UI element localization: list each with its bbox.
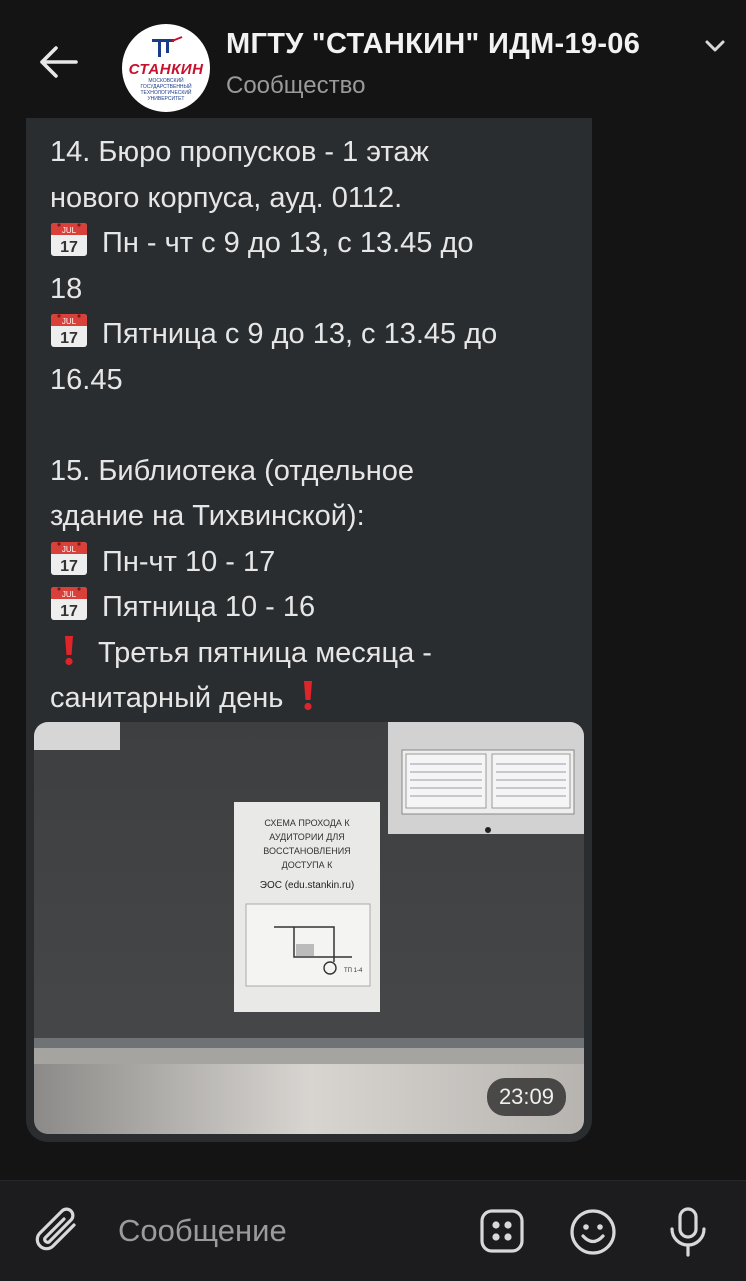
emoji-icon[interactable]: [568, 1207, 618, 1257]
message-line: 15. Библиотека (отдельное: [50, 449, 580, 495]
arrow-left-icon: [40, 46, 78, 78]
message-line: [50, 403, 580, 449]
message-line-text: здание на Тихвинской):: [50, 500, 365, 532]
message-input[interactable]: Сообщение: [118, 1213, 287, 1249]
chat-title[interactable]: МГТУ "СТАНКИН" ИДМ-19-06: [226, 28, 640, 61]
message-text: 14. Бюро пропусков - 1 этаж нового корпус…: [50, 130, 580, 722]
paperclip-icon[interactable]: [34, 1205, 84, 1257]
back-button[interactable]: [34, 40, 82, 84]
sticker-icon[interactable]: [478, 1207, 526, 1255]
noticeboard-photo: СХЕМА ПРОХОДА К АУДИТОРИИ ДЛЯ ВОССТАНОВЛ…: [34, 722, 584, 1134]
message-line-text: 16.45: [50, 363, 123, 396]
message-line-text: Пятница с 9 до 13, с 13.45 до: [102, 318, 498, 350]
poster-link: ЭОС (edu.stankin.ru): [260, 880, 354, 891]
message-line: JUL 17 Пятница с 9 до 13, с 13.45 до: [50, 312, 580, 358]
message-line: JUL 17 Пятница 10 - 16: [50, 585, 580, 631]
community-avatar[interactable]: СТАНКИН МОСКОВСКИЙ ГОСУДАРСТВЕННЫЙ ТЕХНО…: [122, 24, 210, 112]
message-composer: Сообщение: [0, 1180, 746, 1281]
exclamation-icon: [65, 635, 73, 665]
svg-text:JUL: JUL: [62, 545, 77, 554]
calendar-icon: JUL 17: [51, 541, 87, 575]
exclamation-icon: [304, 681, 313, 711]
message-line-text: Пятница 10 - 16: [102, 591, 316, 623]
poster-map-label: ТП 1-4: [344, 968, 363, 974]
message-line-text: нового корпуса, ауд. 0112.: [50, 181, 403, 214]
message-line-text: 14. Бюро пропусков - 1 этаж: [50, 136, 429, 168]
poster-title-2: АУДИТОРИИ ДЛЯ: [269, 832, 345, 842]
message-line: 16.45: [50, 358, 580, 404]
chat-subtitle: Сообщество: [226, 72, 366, 99]
message-line: нового корпуса, ауд. 0112.: [50, 176, 580, 222]
message-line: 18: [50, 267, 580, 313]
calendar-icon: JUL 17: [51, 223, 87, 256]
message-line-text: 15. Библиотека (отдельное: [50, 454, 414, 487]
message-line-text: Пн - чт с 9 до 13, с 13.45 до: [102, 227, 474, 259]
message-line: Третья пятница месяца -: [50, 631, 580, 677]
logo-mark-icon: [152, 35, 183, 57]
message-line: здание на Тихвинской):: [50, 494, 580, 540]
chevron-down-icon[interactable]: [704, 38, 726, 54]
logo-brand: СТАНКИН: [128, 60, 204, 78]
poster-title-1: СХЕМА ПРОХОДА К: [264, 818, 350, 828]
calendar-icon: JUL 17: [51, 314, 87, 347]
message-photo[interactable]: СХЕМА ПРОХОДА К АУДИТОРИИ ДЛЯ ВОССТАНОВЛ…: [34, 722, 584, 1134]
chat-header: СТАНКИН МОСКОВСКИЙ ГОСУДАРСТВЕННЫЙ ТЕХНО…: [0, 0, 746, 118]
message-line-text: Третья пятница месяца -: [98, 636, 432, 669]
message-line: 14. Бюро пропусков - 1 этаж: [50, 130, 580, 176]
message-line: JUL 17 Пн-чт 10 - 17: [50, 540, 580, 586]
svg-text:JUL: JUL: [62, 590, 77, 599]
message-line-text: санитарный день: [50, 682, 284, 714]
message-line: санитарный день: [50, 676, 580, 722]
message-line-text: 18: [50, 272, 83, 305]
message-bubble: 14. Бюро пропусков - 1 этаж нового корпус…: [26, 118, 592, 1142]
svg-text:17: 17: [60, 239, 78, 256]
message-line: JUL 17 Пн - чт с 9 до 13, с 13.45 до: [50, 221, 580, 267]
poster-title-4: ДОСТУПА К: [282, 860, 333, 870]
svg-text:17: 17: [60, 330, 78, 347]
svg-text:JUL: JUL: [62, 317, 77, 326]
svg-text:17: 17: [60, 558, 78, 575]
poster-title-3: ВОССТАНОВЛЕНИЯ: [263, 846, 350, 856]
message-line-text: Пн-чт 10 - 17: [102, 545, 276, 578]
logo-tagline: МОСКОВСКИЙ ГОСУДАРСТВЕННЫЙ ТЕХНОЛОГИЧЕСК…: [140, 77, 192, 102]
svg-text:17: 17: [60, 603, 78, 620]
microphone-icon[interactable]: [664, 1205, 712, 1259]
calendar-icon: JUL 17: [51, 587, 87, 620]
message-time: 23:09: [486, 1078, 566, 1116]
svg-text:JUL: JUL: [62, 226, 77, 235]
